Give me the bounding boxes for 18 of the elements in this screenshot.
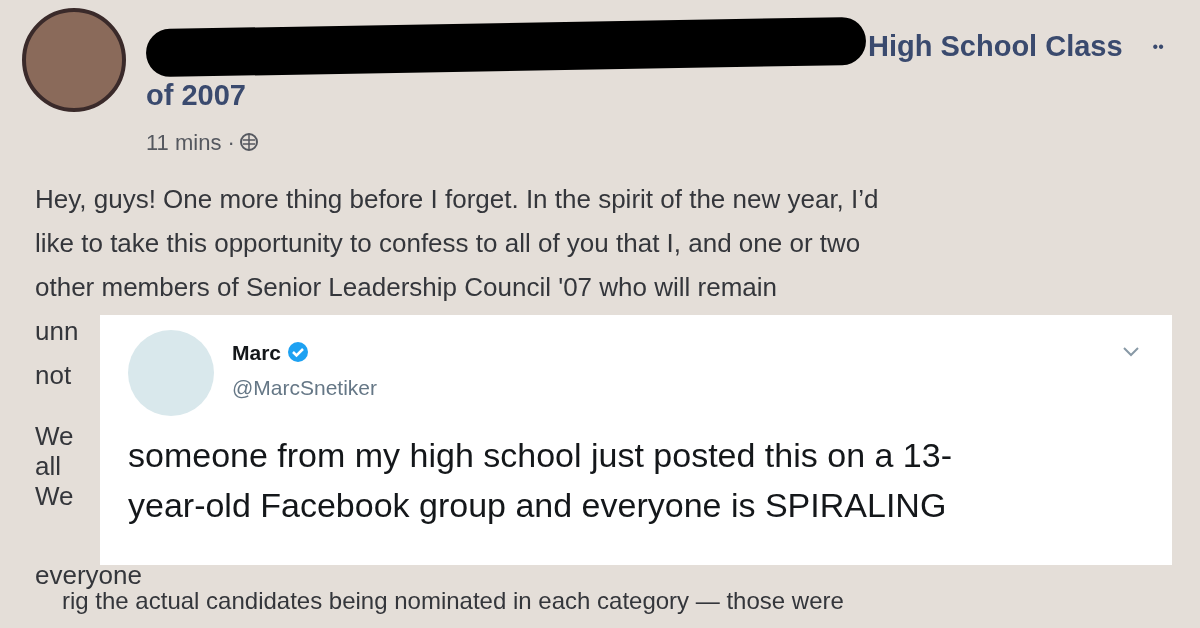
post-text: unn [35,314,79,348]
post-text: We [35,480,74,511]
post-text: other members of Senior Leadership Council '07 who will remain [35,270,777,304]
post-text: everyone [34,562,143,587]
post-text: Hey, guys! One more thing before I forget. In the spirit of the new year, I’d [35,182,879,216]
post-text: all [35,450,61,481]
tweet-text: someone from my high school just posted this on a 13-year-old Facebook group and everyone is SPIRALING [128,435,953,526]
post-time[interactable]: 11 mins · [146,125,235,159]
user-handle[interactable]: @MarcSnetiker [232,372,378,404]
post-text: not [35,358,72,392]
post-text: like to take this opportunity to confess to all of you that I, and one or two [35,226,861,260]
more-icon[interactable]: •• [1152,35,1164,59]
chevron-down-icon[interactable] [1122,346,1140,358]
globe-icon [238,132,259,152]
group-title[interactable]: High School Class [868,25,1123,69]
group-title[interactable]: of 2007 [146,74,1186,118]
post-text: We [35,420,74,451]
user-name[interactable]: Marc [232,336,282,368]
